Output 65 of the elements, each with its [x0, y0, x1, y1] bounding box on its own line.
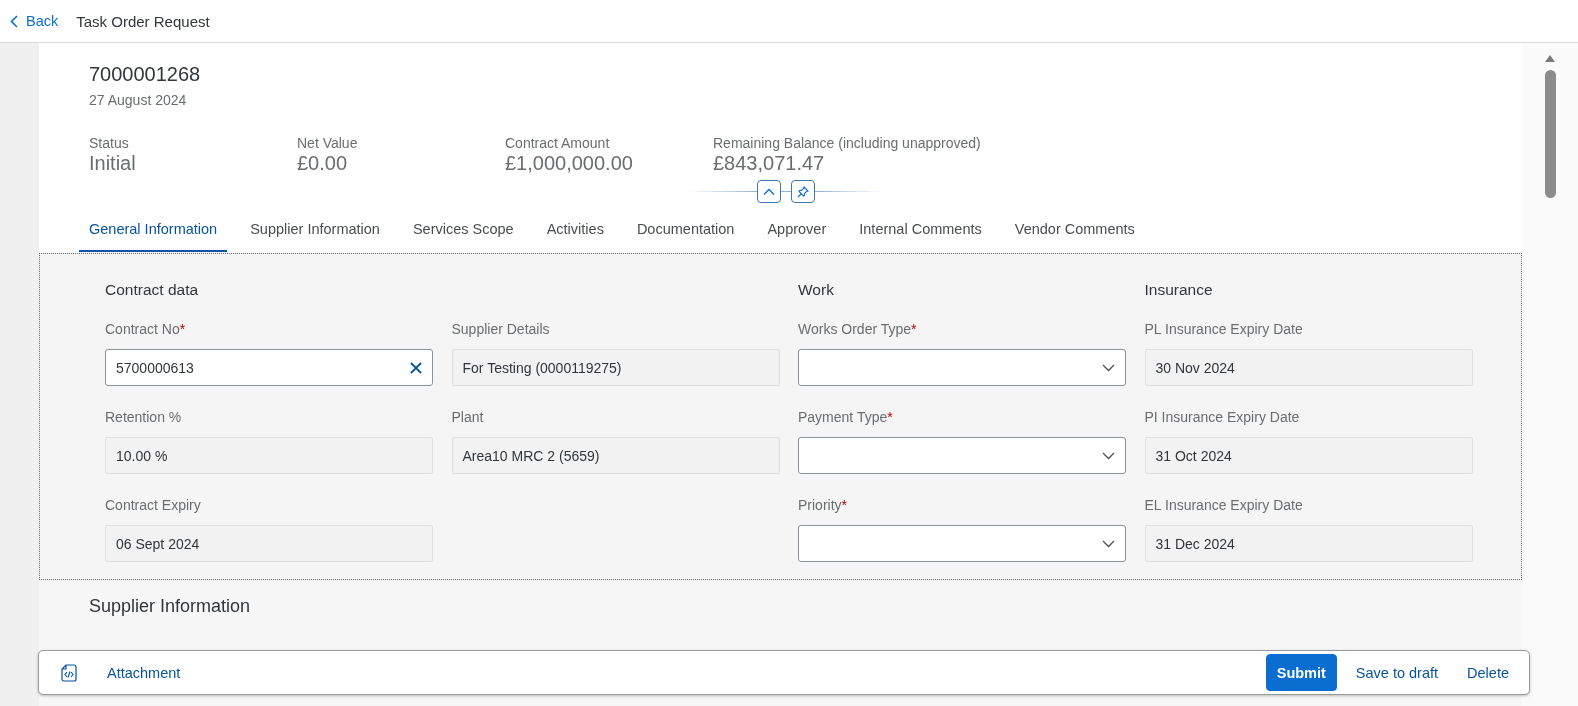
tab[interactable]: Documentation: [626, 207, 745, 252]
field-label: Contract Expiry: [105, 497, 201, 515]
object-date: 27 August 2024: [89, 92, 187, 108]
field-label: PI Insurance Expiry Date: [1144, 409, 1300, 427]
attribute-value: £843,071.47: [713, 152, 825, 175]
dropdown-field[interactable]: [798, 437, 1126, 474]
chevron-down-icon: [1102, 363, 1115, 372]
tab[interactable]: Internal Comments: [849, 207, 992, 252]
tab[interactable]: Supplier Information: [240, 207, 390, 252]
field-label: EL Insurance Expiry Date: [1144, 497, 1303, 515]
submit-button[interactable]: Submit: [1265, 654, 1337, 691]
code-file-icon: [61, 663, 77, 682]
group-title: Insurance: [1144, 281, 1213, 300]
read-only-field: 30 Nov 2024: [1144, 349, 1473, 386]
field-label: Contract No: [105, 321, 180, 339]
attribute-label: Status: [89, 135, 129, 151]
read-only-field: 06 Sept 2024: [105, 525, 433, 562]
attribute-value: Initial: [89, 152, 136, 175]
read-only-field: Area10 MRC 2 (5659): [451, 437, 780, 474]
scroll-up-icon[interactable]: [1545, 55, 1555, 62]
required-marker: *: [887, 409, 893, 427]
collapse-header-button[interactable]: [757, 180, 781, 203]
scrollbar-thumb[interactable]: [1544, 70, 1556, 198]
clear-icon[interactable]: [410, 361, 422, 374]
field-label: PL Insurance Expiry Date: [1144, 321, 1303, 339]
pin-header-button[interactable]: [791, 180, 815, 203]
section-title: Supplier Information: [89, 596, 251, 616]
pin-icon: [797, 185, 809, 198]
chevron-down-icon: [1102, 451, 1115, 460]
field-label: Priority: [798, 497, 842, 515]
input-field[interactable]: 5700000613: [105, 349, 433, 386]
read-only-field: 31 Oct 2024: [1144, 437, 1473, 474]
attribute-value: £1,000,000.00: [505, 152, 633, 175]
page-title: Task Order Request: [76, 12, 210, 30]
chevron-down-icon: [1102, 539, 1115, 548]
dropdown-field[interactable]: [798, 349, 1126, 386]
back-link[interactable]: Back: [10, 13, 59, 29]
required-marker: *: [841, 497, 847, 515]
tab[interactable]: Services Scope: [402, 207, 524, 252]
field-label: Retention %: [105, 409, 182, 427]
attribute-label: Remaining Balance (including unapproved): [713, 135, 981, 151]
read-only-field: 31 Dec 2024: [1144, 525, 1473, 562]
field-label: Plant: [451, 409, 484, 427]
attribute-label: Net Value: [297, 135, 358, 151]
group-title: Work: [798, 281, 834, 300]
footer-button[interactable]: Delete: [1457, 654, 1519, 691]
back-icon: [10, 14, 18, 28]
tab[interactable]: Approver: [757, 207, 837, 252]
footer-button[interactable]: Save to draft: [1345, 654, 1449, 691]
attachment-button[interactable]: Attachment: [61, 663, 181, 682]
field-label: Supplier Details: [451, 321, 550, 339]
required-marker: *: [911, 321, 917, 339]
chevron-up-icon: [763, 188, 775, 195]
read-only-field: 10.00 %: [105, 437, 433, 474]
dropdown-field[interactable]: [798, 525, 1126, 562]
tab[interactable]: Activities: [536, 207, 614, 252]
required-marker: *: [179, 321, 186, 339]
field-label: Payment Type: [798, 409, 888, 427]
object-id: 7000001268: [89, 63, 201, 86]
group-title: Contract data: [105, 281, 199, 300]
tab[interactable]: Vendor Comments: [1004, 207, 1145, 252]
attribute-label: Contract Amount: [505, 135, 610, 151]
attribute-value: £0.00: [297, 152, 348, 175]
read-only-field: For Testing (0000119275): [451, 349, 780, 386]
field-label: Works Order Type: [798, 321, 912, 339]
